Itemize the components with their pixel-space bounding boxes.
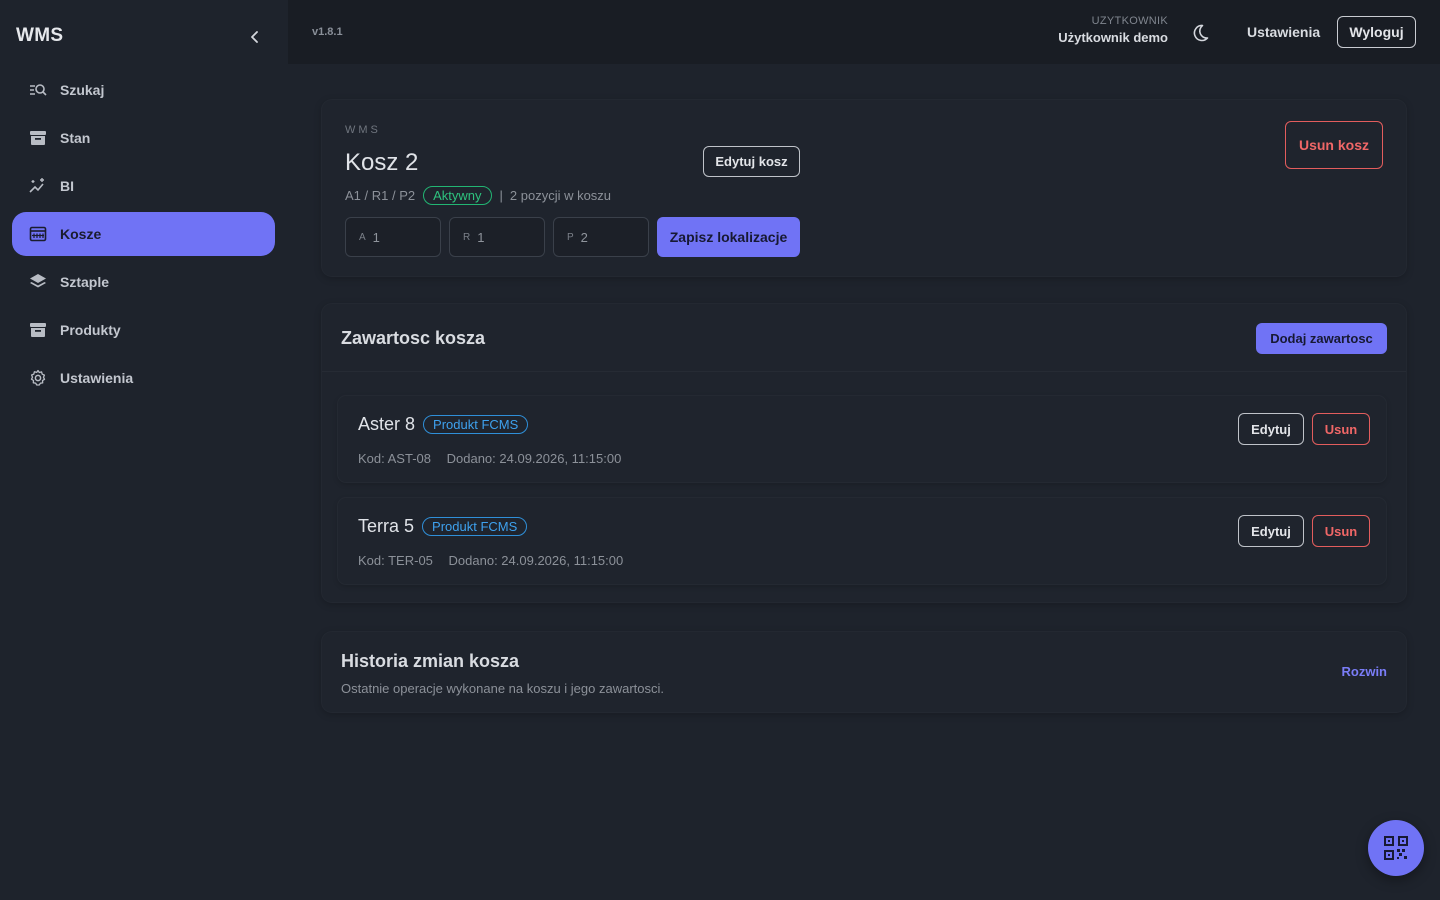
item-added: Dodano: 24.09.2026, 11:15:00 <box>446 451 622 466</box>
page-title: Kosz 2 <box>345 149 419 176</box>
edit-item-button[interactable]: Edytuj <box>1238 413 1304 445</box>
location-field-value: 1 <box>477 229 485 245</box>
location-field-label: P <box>567 231 575 243</box>
expand-history-link[interactable]: Rozwin <box>1342 664 1388 679</box>
edit-item-button[interactable]: Edytuj <box>1238 515 1304 547</box>
user-info: UZYTKOWNIK Użytkownik demo <box>1058 15 1168 45</box>
kosz-item-count: 2 pozycji w koszu <box>509 188 612 203</box>
kosz-details-card: WMS Kosz 2 A1 / R1 / P2 Aktywny | 2 pozy… <box>322 100 1406 276</box>
version-label: v1.8.1 <box>312 26 343 38</box>
location-field-label: R <box>463 231 472 243</box>
delete-kosz-button[interactable]: Usun kosz <box>1285 121 1383 169</box>
search-list-icon <box>29 81 47 99</box>
meta-separator: | <box>499 188 503 203</box>
chart-sparkle-icon <box>29 177 47 195</box>
item-code: Kod: AST-08 <box>358 451 431 466</box>
location-field-p[interactable]: P 2 <box>553 217 649 257</box>
basket-grid-icon <box>29 225 47 243</box>
sidebar-item-label: Produkty <box>60 322 121 338</box>
edit-kosz-button[interactable]: Edytuj kosz <box>703 146 800 177</box>
item-title: Aster 8 Produkt FCMS <box>358 414 529 435</box>
archive-icon <box>29 129 47 147</box>
sidebar-item-label: Stan <box>60 130 91 146</box>
location-field-value: 1 <box>372 229 380 245</box>
item-code: Kod: TER-05 <box>358 553 433 568</box>
add-content-button[interactable]: Dodaj zawartosc <box>1256 323 1387 354</box>
qr-scan-button[interactable] <box>1368 820 1424 876</box>
qr-scan-icon <box>1384 836 1408 860</box>
sidebar-item-kosze[interactable]: Kosze <box>12 212 275 256</box>
product-badge: Produkt FCMS <box>423 415 529 434</box>
history-subtitle: Ostatnie operacje wykonane na koszu i je… <box>341 681 665 696</box>
content-header: Zawartosc kosza Dodaj zawartosc <box>322 304 1406 372</box>
kosz-location: A1 / R1 / P2 <box>345 188 416 203</box>
location-field-r[interactable]: R 1 <box>449 217 545 257</box>
status-badge: Aktywny <box>423 186 492 205</box>
location-field-value: 2 <box>580 229 588 245</box>
sidebar-item-label: Sztaple <box>60 274 110 290</box>
item-meta: Kod: AST-08 Dodano: 24.09.2026, 11:15:00 <box>358 451 621 466</box>
chevron-left-icon <box>251 31 258 43</box>
collapse-sidebar-button[interactable] <box>244 26 266 48</box>
history-card: Historia zmian kosza Ostatnie operacje w… <box>322 632 1406 712</box>
sidebar-item-label: BI <box>60 178 74 194</box>
top-settings-link[interactable]: Ustawienia <box>1247 24 1320 40</box>
gear-icon <box>29 369 47 387</box>
kosz-content-card: Zawartosc kosza Dodaj zawartosc Aster 8 … <box>322 304 1406 602</box>
content-item: Terra 5 Produkt FCMS Kod: TER-05 Dodano:… <box>338 498 1386 584</box>
location-field-label: A <box>359 231 367 243</box>
sidebar-item-stan[interactable]: Stan <box>12 116 275 160</box>
user-name: Użytkownik demo <box>1058 30 1168 45</box>
archive-icon <box>29 321 47 339</box>
item-meta: Kod: TER-05 Dodano: 24.09.2026, 11:15:00 <box>358 553 623 568</box>
sidebar-item-produkty[interactable]: Produkty <box>12 308 275 352</box>
topbar: v1.8.1 UZYTKOWNIK Użytkownik demo Ustawi… <box>288 0 1440 64</box>
item-name: Aster 8 <box>358 414 416 434</box>
delete-item-button[interactable]: Usun <box>1312 515 1370 547</box>
theme-toggle-moon-icon[interactable] <box>1190 23 1210 43</box>
layers-icon <box>29 273 47 291</box>
sidebar-item-label: Szukaj <box>60 82 105 98</box>
user-caption: UZYTKOWNIK <box>1091 15 1168 27</box>
sidebar: WMS Szukaj Stan BI Kosze Sztaple Produkt… <box>0 0 288 900</box>
location-field-a[interactable]: A 1 <box>345 217 441 257</box>
logout-button[interactable]: Wyloguj <box>1337 16 1416 48</box>
sidebar-item-label: Kosze <box>60 226 102 242</box>
sidebar-item-ustawienia[interactable]: Ustawienia <box>12 356 275 400</box>
eyebrow-label: WMS <box>345 124 381 136</box>
item-added: Dodano: 24.09.2026, 11:15:00 <box>448 553 624 568</box>
sidebar-nav: Szukaj Stan BI Kosze Sztaple Produkty Us… <box>12 68 275 404</box>
sidebar-item-sztaple[interactable]: Sztaple <box>12 260 275 304</box>
content-title: Zawartosc kosza <box>341 328 486 348</box>
item-title: Terra 5 Produkt FCMS <box>358 516 528 537</box>
history-title: Historia zmian kosza <box>341 651 520 671</box>
sidebar-item-szukaj[interactable]: Szukaj <box>12 68 275 112</box>
delete-item-button[interactable]: Usun <box>1312 413 1370 445</box>
brand-logo[interactable]: WMS <box>16 25 63 47</box>
content-item: Aster 8 Produkt FCMS Kod: AST-08 Dodano:… <box>338 396 1386 482</box>
kosz-meta: A1 / R1 / P2 Aktywny | 2 pozycji w koszu <box>345 186 611 205</box>
save-location-button[interactable]: Zapisz lokalizacje <box>657 217 800 257</box>
product-badge: Produkt FCMS <box>422 517 528 536</box>
item-name: Terra 5 <box>358 516 415 536</box>
sidebar-item-bi[interactable]: BI <box>12 164 275 208</box>
sidebar-item-label: Ustawienia <box>60 370 134 386</box>
